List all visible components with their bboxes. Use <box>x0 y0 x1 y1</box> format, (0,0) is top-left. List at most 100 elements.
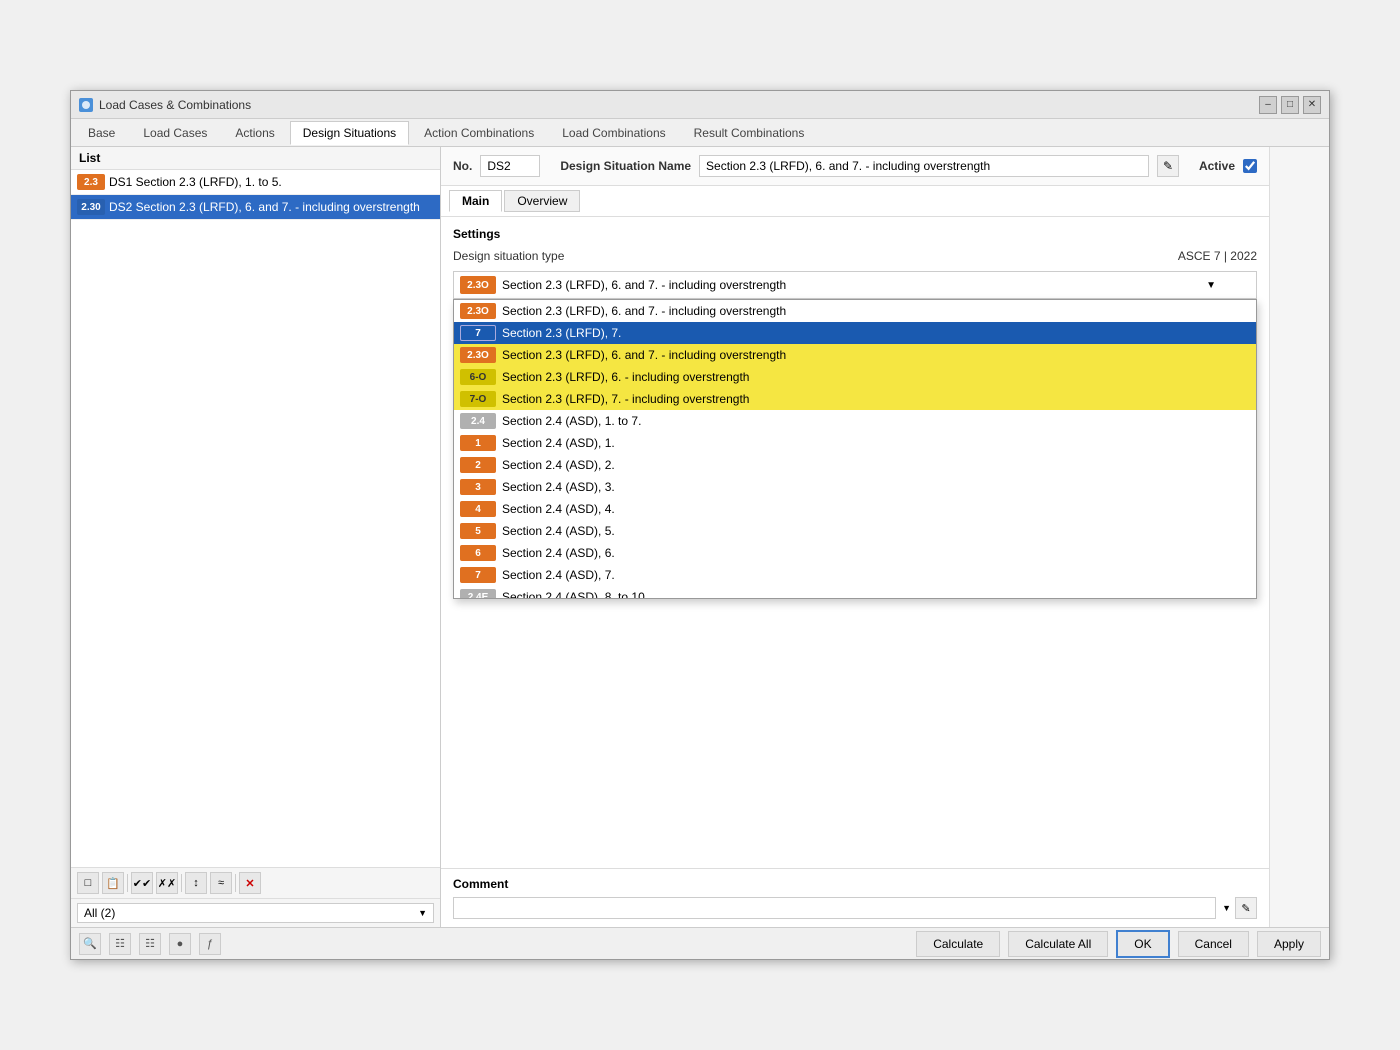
form-header: No. Design Situation Name ✎ Active <box>441 147 1269 186</box>
item-badge: 7 <box>460 567 496 583</box>
dropdown-item[interactable]: 7 Section 2.4 (ASD), 7. <box>454 564 1256 586</box>
delete-button[interactable]: ✕ <box>239 872 261 894</box>
minimize-button[interactable]: – <box>1259 96 1277 114</box>
item-badge: 4 <box>460 501 496 517</box>
left-panel: List 2.3 DS1 Section 2.3 (LRFD), 1. to 5… <box>71 147 441 927</box>
validate-button[interactable]: ✔✔ <box>131 872 153 894</box>
tab-design-situations[interactable]: Design Situations <box>290 121 409 145</box>
settings-title: Settings <box>453 227 1257 241</box>
selected-text: Section 2.3 (LRFD), 6. and 7. - includin… <box>502 278 786 292</box>
tab-bar: Base Load Cases Actions Design Situation… <box>71 119 1329 147</box>
move-up-button[interactable]: ↕ <box>185 872 207 894</box>
tab-load-combinations[interactable]: Load Combinations <box>549 121 678 144</box>
restore-button[interactable]: □ <box>1281 96 1299 114</box>
dropdown-item[interactable]: 6-O Section 2.3 (LRFD), 6. - including o… <box>454 366 1256 388</box>
dropdown-item[interactable]: 2.4E Section 2.4 (ASD), 8. to 10. <box>454 586 1256 599</box>
active-panel <box>1269 147 1329 927</box>
tab-base[interactable]: Base <box>75 121 128 144</box>
item-badge: 2.4E <box>460 589 496 599</box>
dropdown-container: 2.3O Section 2.3 (LRFD), 6. and 7. - inc… <box>453 271 1257 299</box>
item-badge: 2.3 <box>77 174 105 190</box>
dst-row: Design situation type ASCE 7 | 2022 <box>453 249 1257 263</box>
new-item-button[interactable]: □ <box>77 872 99 894</box>
comment-input-row: ▼ ✎ <box>453 897 1257 919</box>
comment-section: Comment ▼ ✎ <box>441 868 1269 927</box>
item-badge: 6-O <box>460 369 496 385</box>
list-item[interactable]: 2.30 DS2 Section 2.3 (LRFD), 6. and 7. -… <box>71 195 440 220</box>
dropdown-item[interactable]: 3 Section 2.4 (ASD), 3. <box>454 476 1256 498</box>
item-badge: 6 <box>460 545 496 561</box>
ok-button[interactable]: OK <box>1116 930 1169 958</box>
dropdown-item[interactable]: 1 Section 2.4 (ASD), 1. <box>454 432 1256 454</box>
chevron-down-icon: ▼ <box>1206 280 1216 291</box>
main-content: List 2.3 DS1 Section 2.3 (LRFD), 1. to 5… <box>71 147 1329 927</box>
dropdown-item[interactable]: 7-O Section 2.3 (LRFD), 7. - including o… <box>454 388 1256 410</box>
dst-label: Design situation type <box>453 249 1170 263</box>
copy-button[interactable]: 📋 <box>102 872 124 894</box>
dropdown-item[interactable]: 6 Section 2.4 (ASD), 6. <box>454 542 1256 564</box>
tab-main[interactable]: Main <box>449 190 502 212</box>
settings-content: Settings Design situation type ASCE 7 | … <box>441 217 1269 868</box>
dropdown-item[interactable]: 5 Section 2.4 (ASD), 5. <box>454 520 1256 542</box>
dropdown-item[interactable]: 2.3O Section 2.3 (LRFD), 6. and 7. - inc… <box>454 300 1256 322</box>
edit-name-button[interactable]: ✎ <box>1157 155 1179 177</box>
tree-button[interactable]: ☷ <box>139 933 161 955</box>
dst-standard: ASCE 7 | 2022 <box>1178 249 1257 263</box>
close-button[interactable]: ✕ <box>1303 96 1321 114</box>
calculate-button[interactable]: Calculate <box>916 931 1000 957</box>
tab-overview[interactable]: Overview <box>504 190 580 212</box>
dropdown-item[interactable]: 2.3O Section 2.3 (LRFD), 6. and 7. - inc… <box>454 344 1256 366</box>
inner-tab-row: Main Overview <box>441 186 1269 217</box>
dropdown-item[interactable]: 7 Section 2.3 (LRFD), 7. <box>454 322 1256 344</box>
dot-button[interactable]: ● <box>169 933 191 955</box>
active-checkbox[interactable] <box>1243 159 1257 173</box>
grid-button[interactable]: ☷ <box>109 933 131 955</box>
comment-dropdown-icon[interactable]: ▼ <box>1222 903 1231 913</box>
item-badge: 2.4 <box>460 413 496 429</box>
dropdown-item[interactable]: 2.4 Section 2.4 (ASD), 1. to 7. <box>454 410 1256 432</box>
item-badge: 2.3O <box>460 303 496 319</box>
function-button[interactable]: ƒ <box>199 933 221 955</box>
active-field: Active <box>1199 159 1257 173</box>
item-badge: 2.3O <box>460 347 496 363</box>
all-dropdown[interactable]: All (2) ▼ <box>77 903 434 923</box>
item-badge: 2.30 <box>77 199 105 215</box>
search-button[interactable]: 🔍 <box>79 933 101 955</box>
main-window: Load Cases & Combinations – □ ✕ Base Loa… <box>70 90 1330 960</box>
calculate-all-button[interactable]: Calculate All <box>1008 931 1108 957</box>
no-input[interactable] <box>480 155 540 177</box>
validate2-button[interactable]: ✗✗ <box>156 872 178 894</box>
item-badge: 7 <box>460 325 496 341</box>
title-controls: – □ ✕ <box>1259 96 1321 114</box>
item-badge: 5 <box>460 523 496 539</box>
title-bar: Load Cases & Combinations – □ ✕ <box>71 91 1329 119</box>
comment-input[interactable] <box>453 897 1216 919</box>
dropdown-chevron-icon: ▼ <box>418 908 427 918</box>
name-label: Design Situation Name <box>560 159 691 173</box>
item-text: DS2 Section 2.3 (LRFD), 6. and 7. - incl… <box>109 200 420 214</box>
item-badge: 1 <box>460 435 496 451</box>
sort-button[interactable]: ≈ <box>210 872 232 894</box>
dropdown-list: 2.3O Section 2.3 (LRFD), 6. and 7. - inc… <box>453 299 1257 599</box>
tab-result-combinations[interactable]: Result Combinations <box>681 121 818 144</box>
dropdown-item[interactable]: 2 Section 2.4 (ASD), 2. <box>454 454 1256 476</box>
item-badge: 2 <box>460 457 496 473</box>
bottom-toolbar: 🔍 ☷ ☷ ● ƒ Calculate Calculate All OK Can… <box>71 927 1329 959</box>
list-item[interactable]: 2.3 DS1 Section 2.3 (LRFD), 1. to 5. <box>71 170 440 195</box>
item-text: DS1 Section 2.3 (LRFD), 1. to 5. <box>109 175 282 189</box>
cancel-button[interactable]: Cancel <box>1178 931 1249 957</box>
apply-button[interactable]: Apply <box>1257 931 1321 957</box>
dropdown-item[interactable]: 4 Section 2.4 (ASD), 4. <box>454 498 1256 520</box>
dropdown-selected[interactable]: 2.3O Section 2.3 (LRFD), 6. and 7. - inc… <box>453 271 1257 299</box>
window-title: Load Cases & Combinations <box>99 98 251 112</box>
tab-load-cases[interactable]: Load Cases <box>130 121 220 144</box>
tab-action-combinations[interactable]: Action Combinations <box>411 121 547 144</box>
item-badge: 7-O <box>460 391 496 407</box>
right-panel: No. Design Situation Name ✎ Active Main … <box>441 147 1269 927</box>
tab-actions[interactable]: Actions <box>222 121 287 144</box>
comment-edit-button[interactable]: ✎ <box>1235 897 1257 919</box>
no-label: No. <box>453 159 472 173</box>
list-header: List <box>71 147 440 170</box>
name-input[interactable] <box>699 155 1149 177</box>
app-icon <box>79 98 93 112</box>
